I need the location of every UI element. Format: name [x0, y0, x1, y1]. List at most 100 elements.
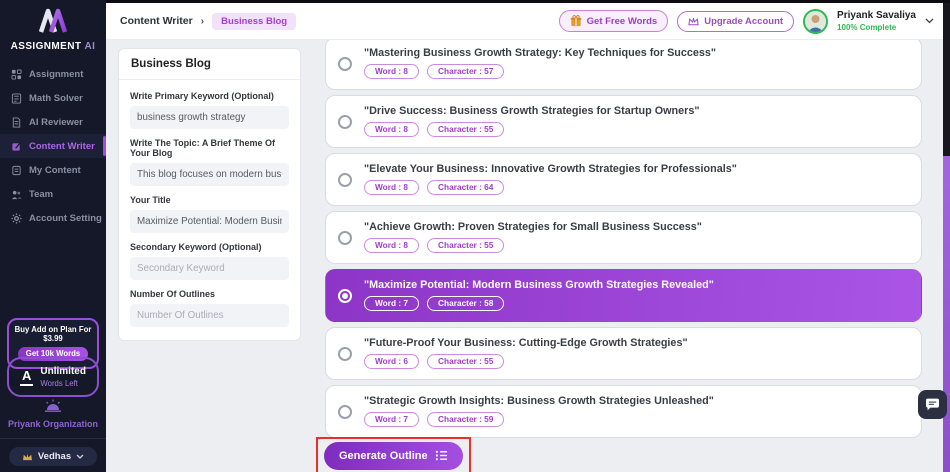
sidebar-item-team[interactable]: Team [0, 182, 106, 206]
title-option-7[interactable]: "Strategic Growth Insights: Business Gro… [325, 385, 922, 438]
character-count-badge: Character : 55 [427, 122, 504, 137]
primary-keyword-label: Write Primary Keyword (Optional) [130, 91, 289, 101]
business-blog-form: Business Blog Write Primary Keyword (Opt… [118, 48, 301, 341]
sidebar-item-ai-reviewer[interactable]: AI Reviewer [0, 110, 106, 134]
title-option-4[interactable]: "Achieve Growth: Proven Strategies for S… [325, 211, 922, 264]
sidebar-item-account-setting[interactable]: Account Setting [0, 206, 106, 230]
generate-outline-label: Generate Outline [339, 450, 428, 462]
scrollbar-thumb[interactable] [943, 156, 950, 472]
gear-icon [11, 213, 22, 224]
word-count-badge: Word : 6 [364, 354, 419, 369]
character-count-badge: Character : 59 [427, 412, 504, 427]
option-title: "Mastering Business Growth Strategy: Key… [364, 48, 716, 60]
radio-button[interactable] [338, 231, 352, 245]
sidebar-item-my-content[interactable]: My Content [0, 158, 106, 182]
upgrade-account-label: Upgrade Account [704, 16, 783, 27]
brand-text: ASSIGNMENT AI [0, 41, 106, 52]
character-count-badge: Character : 57 [427, 64, 504, 79]
option-title: "Maximize Potential: Modern Business Gro… [364, 280, 714, 292]
pencil-square-icon [11, 141, 22, 152]
your-title-input[interactable] [130, 210, 289, 233]
topic-label: Write The Topic: A Brief Theme Of Your B… [130, 138, 289, 158]
chevron-down-icon[interactable] [925, 18, 934, 24]
sidebar-item-label: My Content [29, 165, 81, 176]
sidebar-item-label: Assignment [29, 69, 83, 80]
option-title: "Elevate Your Business: Innovative Growt… [364, 164, 737, 176]
sidebar-item-label: Content Writer [29, 141, 95, 152]
radio-button-selected[interactable] [338, 289, 352, 303]
option-title: "Drive Success: Business Growth Strategi… [364, 106, 699, 118]
app-logo: ASSIGNMENT AI [0, 8, 106, 52]
word-count-badge: Word : 7 [364, 412, 419, 427]
title-option-2[interactable]: "Drive Success: Business Growth Strategi… [325, 95, 922, 148]
assignment-ai-logo-icon [34, 8, 72, 34]
title-option-3[interactable]: "Elevate Your Business: Innovative Growt… [325, 153, 922, 206]
word-count-badge: Word : 7 [364, 296, 419, 311]
character-count-badge: Character : 55 [427, 238, 504, 253]
sidebar-item-content-writer[interactable]: Content Writer [0, 134, 106, 158]
word-count-badge: Word : 8 [364, 64, 419, 79]
secondary-keyword-label: Secondary Keyword (Optional) [130, 242, 289, 252]
radio-button[interactable] [338, 405, 352, 419]
grid-icon [11, 69, 22, 80]
breadcrumb-parent[interactable]: Content Writer [120, 15, 193, 27]
user-avatar[interactable] [803, 9, 828, 34]
plan-subtitle: Words Left [40, 379, 86, 388]
character-count-badge: Character : 58 [427, 296, 504, 311]
secondary-keyword-input[interactable] [130, 257, 289, 280]
promo-title: Buy Add on Plan For $3.99 [12, 325, 94, 343]
user-name: Priyank Savaliya [837, 10, 916, 23]
sidebar-item-label: Math Solver [29, 93, 83, 104]
radio-button[interactable] [338, 57, 352, 71]
outlines-count-label: Number Of Outlines [130, 289, 289, 299]
top-black-strip [106, 0, 950, 3]
avatar-photo [805, 11, 826, 32]
plan-title: Unlimited [40, 366, 86, 377]
annotation-highlight-box: Generate Outline [316, 437, 471, 472]
calculator-icon [11, 93, 22, 104]
topic-input[interactable] [130, 163, 289, 186]
title-option-5-selected[interactable]: "Maximize Potential: Modern Business Gro… [325, 269, 922, 322]
chat-widget-button[interactable] [918, 390, 947, 419]
upgrade-account-button[interactable]: Upgrade Account [677, 11, 794, 32]
crown-icon [22, 453, 33, 461]
organization-label: Priyank Organization [0, 419, 106, 429]
sidebar-item-assignment[interactable]: Assignment [0, 62, 106, 86]
organization-block[interactable]: Priyank Organization [0, 399, 106, 429]
outlines-count-input[interactable] [130, 304, 289, 327]
gift-icon [570, 15, 582, 27]
user-info[interactable]: Priyank Savaliya 100% Complete [837, 10, 916, 32]
app-window: ASSIGNMENT AI Assignment Math Solver AI … [0, 0, 950, 472]
option-title: "Achieve Growth: Proven Strategies for S… [364, 222, 702, 234]
radio-button[interactable] [338, 115, 352, 129]
sidebar-divider [0, 438, 106, 439]
title-option-1[interactable]: "Mastering Business Growth Strategy: Key… [325, 37, 922, 90]
word-count-badge: Word : 8 [364, 122, 419, 137]
breadcrumb-separator-icon: › [201, 16, 204, 27]
sidebar: ASSIGNMENT AI Assignment Math Solver AI … [0, 0, 106, 472]
radio-button[interactable] [338, 173, 352, 187]
get-free-words-label: Get Free Words [587, 16, 658, 27]
breadcrumb-current[interactable]: Business Blog [212, 13, 296, 30]
sidebar-item-label: Team [29, 189, 53, 200]
get-free-words-button[interactable]: Get Free Words [559, 10, 669, 32]
user-completion-status: 100% Complete [837, 23, 916, 32]
title-options-list: "Mastering Business Growth Strategy: Key… [325, 37, 922, 443]
radio-button[interactable] [338, 347, 352, 361]
chat-bubble-icon [925, 398, 940, 411]
chevron-down-icon [76, 454, 84, 459]
sidebar-item-label: Account Setting [29, 213, 102, 224]
ordered-list-icon [435, 449, 448, 462]
sidebar-nav: Assignment Math Solver AI Reviewer Conte… [0, 62, 106, 230]
title-option-6[interactable]: "Future-Proof Your Business: Cutting-Edg… [325, 327, 922, 380]
header-actions: Get Free Words Upgrade Account Priyank S… [559, 9, 934, 34]
primary-keyword-input[interactable] [130, 106, 289, 129]
top-header: Content Writer › Business Blog Get Free … [106, 3, 950, 40]
word-count-badge: Word : 8 [364, 180, 419, 195]
workspace-label: Vedhas [38, 451, 71, 462]
generate-outline-button[interactable]: Generate Outline [324, 442, 463, 470]
workspace-selector[interactable]: Vedhas [9, 447, 97, 466]
sidebar-item-label: AI Reviewer [29, 117, 83, 128]
sidebar-item-math-solver[interactable]: Math Solver [0, 86, 106, 110]
organization-icon [43, 399, 63, 412]
